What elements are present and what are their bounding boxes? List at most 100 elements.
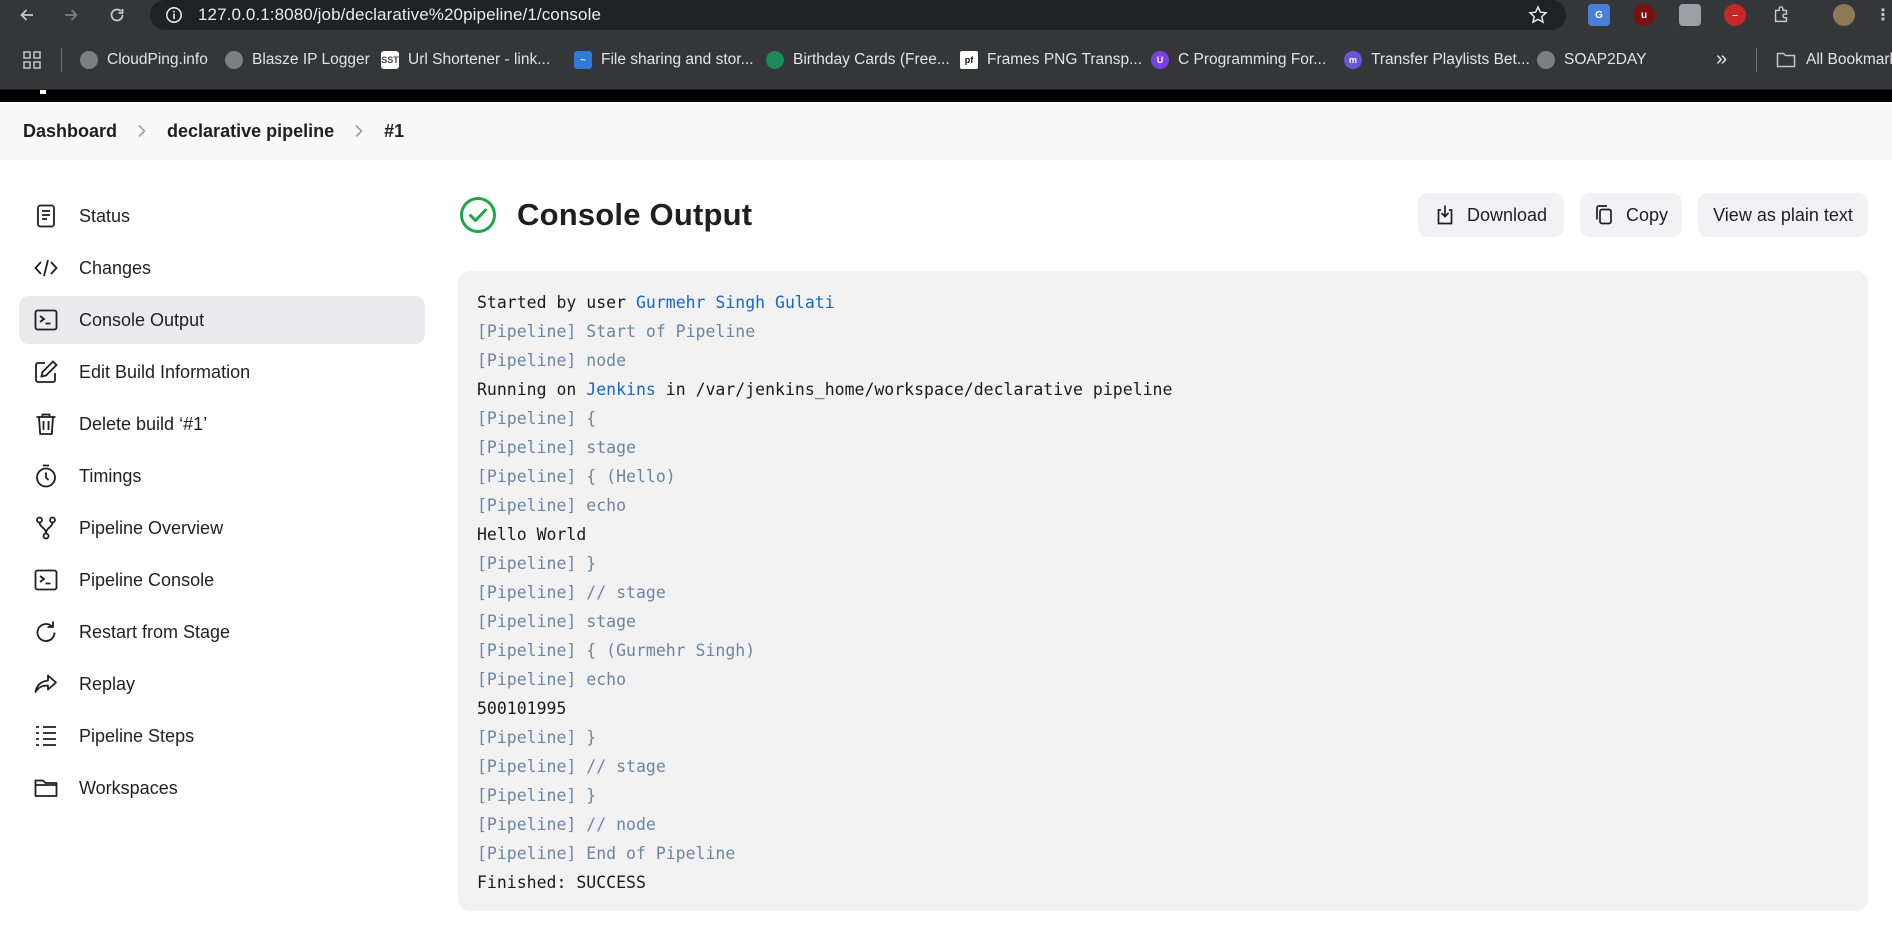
site-info-icon[interactable]: [164, 5, 184, 25]
console-text: echo: [576, 496, 627, 515]
copy-button[interactable]: Copy: [1580, 193, 1682, 237]
console-text: {: [576, 409, 597, 428]
breadcrumb-build[interactable]: #1: [384, 121, 404, 142]
console-text: // stage: [576, 757, 666, 776]
bookmark-blasze[interactable]: Blasze IP Logger: [225, 48, 370, 72]
window-extension-icon[interactable]: [1679, 4, 1701, 26]
pipeline-tag: [Pipeline]: [477, 670, 577, 689]
jenkins-logo-fragment: [40, 90, 46, 94]
download-icon: [1437, 205, 1453, 225]
address-bar[interactable]: 127.0.0.1:8080/job/declarative%20pipelin…: [150, 0, 1566, 30]
sidebar-item-pipeline-steps[interactable]: Pipeline Steps: [19, 712, 425, 760]
sidebar-item-label: Pipeline Console: [79, 569, 215, 590]
blocker-extension-icon[interactable]: –: [1724, 4, 1746, 26]
view-plain-text-button[interactable]: View as plain text: [1698, 193, 1868, 237]
sidebar-item-pipeline-console[interactable]: Pipeline Console: [19, 556, 425, 604]
replay-arrow-icon: [33, 671, 59, 697]
all-bookmarks-folder[interactable]: All Bookmarks: [1776, 48, 1892, 72]
console-line: [Pipeline] }: [477, 549, 1868, 578]
console-line: [Pipeline] stage: [477, 433, 1868, 462]
bookmark-star-icon[interactable]: [1528, 5, 1548, 25]
bookmark-c-programming[interactable]: U C Programming For...: [1151, 48, 1326, 72]
trash-icon: [33, 411, 59, 437]
ublock-extension-icon[interactable]: u: [1633, 4, 1655, 26]
console-line: [Pipeline] // stage: [477, 752, 1868, 781]
pipeline-tag: [Pipeline]: [477, 641, 577, 660]
console-text: Start of Pipeline: [576, 322, 756, 341]
jenkins-header: [0, 90, 1892, 102]
bookmark-url-shortener[interactable]: SST Url Shortener - link...: [381, 48, 550, 72]
playlist-favicon-icon: m: [1344, 51, 1362, 69]
console-line: [Pipeline] Start of Pipeline: [477, 317, 1868, 346]
reload-button[interactable]: [105, 3, 129, 27]
more-bookmarks-icon[interactable]: »: [1716, 48, 1727, 71]
chevron-right-icon[interactable]: [129, 122, 155, 140]
page-title: Console Output: [517, 197, 753, 232]
list-steps-icon: [33, 723, 59, 749]
bookmarks-separator: [1756, 48, 1757, 72]
sidebar-item-status[interactable]: Status: [19, 192, 425, 240]
document-icon: [33, 203, 59, 229]
apps-grid-icon[interactable]: [22, 50, 42, 70]
file-sharing-favicon-icon: ~: [574, 51, 592, 69]
edit-icon: [33, 359, 59, 385]
sidebar-item-restart-from-stage[interactable]: Restart from Stage: [19, 608, 425, 656]
user-link[interactable]: Gurmehr Singh Gulati: [636, 293, 835, 312]
forward-button[interactable]: [59, 3, 83, 27]
console-line: [Pipeline] node: [477, 346, 1868, 375]
translate-extension-icon[interactable]: G: [1588, 4, 1610, 26]
console-text: 500101995: [477, 699, 567, 718]
sidebar-item-pipeline-overview[interactable]: Pipeline Overview: [19, 504, 425, 552]
console-text: echo: [576, 670, 627, 689]
sidebar-item-timings[interactable]: Timings: [19, 452, 425, 500]
sidebar-item-console-output[interactable]: Console Output: [19, 296, 425, 344]
console-text: // stage: [576, 583, 666, 602]
bookmark-label: Frames PNG Transp...: [987, 51, 1143, 68]
sidebar-item-replay[interactable]: Replay: [19, 660, 425, 708]
bookmark-label: C Programming For...: [1178, 51, 1327, 68]
pf-favicon-icon: pf: [960, 51, 978, 69]
breadcrumb-dashboard[interactable]: Dashboard: [23, 121, 117, 142]
bookmark-birthday-cards[interactable]: Birthday Cards (Free...: [766, 48, 950, 72]
bookmarks-bar: CloudPing.info Blasze IP Logger SST Url …: [0, 30, 1892, 90]
node-link[interactable]: Jenkins: [586, 380, 656, 399]
bookmark-cloudping[interactable]: CloudPing.info: [80, 48, 208, 72]
back-button[interactable]: [15, 3, 39, 27]
profile-avatar[interactable]: [1833, 4, 1855, 26]
sidebar-item-edit-build-info[interactable]: Edit Build Information: [19, 348, 425, 396]
extensions-puzzle-icon[interactable]: [1770, 4, 1792, 26]
pipeline-tag: [Pipeline]: [477, 409, 577, 428]
sidebar-item-label: Console Output: [79, 309, 205, 330]
breadcrumb-job[interactable]: declarative pipeline: [167, 121, 334, 142]
menu-dots-icon[interactable]: ⋮: [1872, 4, 1892, 26]
sidebar-item-workspaces[interactable]: Workspaces: [19, 764, 425, 812]
bookmark-transfer-playlists[interactable]: m Transfer Playlists Bet...: [1344, 48, 1530, 72]
folder-icon: [33, 775, 59, 801]
pipeline-tag: [Pipeline]: [477, 583, 577, 602]
code-icon: [33, 255, 59, 281]
console-text: Finished: SUCCESS: [477, 873, 646, 892]
download-button[interactable]: Download: [1418, 193, 1564, 237]
console-text: { (Hello): [576, 467, 676, 486]
globe-icon: [80, 51, 98, 69]
sidebar-item-label: Pipeline Steps: [79, 725, 195, 746]
pipeline-tag: [Pipeline]: [477, 757, 577, 776]
console-line: [Pipeline] // stage: [477, 578, 1868, 607]
bookmark-frames-png[interactable]: pf Frames PNG Transp...: [960, 48, 1142, 72]
console-text: stage: [576, 612, 636, 631]
pipeline-tag: [Pipeline]: [477, 554, 577, 573]
bookmark-soap2day[interactable]: SOAP2DAY: [1537, 48, 1646, 72]
bookmark-label: File sharing and stor...: [601, 51, 754, 68]
console-text: }: [576, 728, 597, 747]
console-line: 500101995: [477, 694, 1868, 723]
copy-icon: [1596, 205, 1612, 225]
chevron-right-icon[interactable]: [346, 122, 372, 140]
terminal-icon: [33, 307, 59, 333]
console-text: { (Gurmehr Singh): [576, 641, 756, 660]
bookmark-label: Transfer Playlists Bet...: [1371, 51, 1530, 68]
sidebar-item-changes[interactable]: Changes: [19, 244, 425, 292]
bookmark-label: Birthday Cards (Free...: [793, 51, 950, 68]
sidebar-item-delete-build[interactable]: Delete build ‘#1’: [19, 400, 425, 448]
bookmark-file-sharing[interactable]: ~ File sharing and stor...: [574, 48, 754, 72]
success-check-icon: [460, 197, 496, 233]
